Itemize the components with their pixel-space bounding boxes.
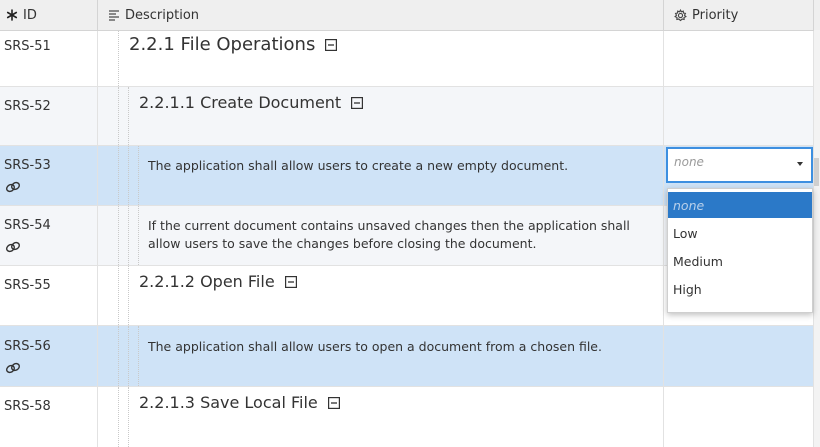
indent-guide [118, 87, 119, 145]
section-heading: 2.2.1 File Operations [129, 34, 338, 55]
priority-cell[interactable] [664, 31, 814, 86]
gear-icon [674, 8, 687, 22]
priority-option-high[interactable]: High [668, 276, 812, 302]
section-heading: 2.2.1.3 Save Local File [139, 393, 340, 412]
scrollbar-thumb[interactable] [814, 158, 819, 186]
collapse-toggle-icon[interactable] [351, 96, 364, 109]
indent-guide [128, 146, 129, 205]
chevron-down-icon[interactable] [797, 162, 803, 166]
description-cell[interactable]: The application shall allow users to ope… [98, 326, 664, 386]
indent-guide [118, 31, 119, 86]
priority-option-low[interactable]: Low [668, 220, 812, 246]
indent-guide [128, 326, 129, 386]
requirement-id: SRS-54 [4, 218, 51, 233]
description-cell[interactable]: 2.2.1.2 Open File [98, 266, 664, 325]
priority-option-none[interactable]: none [668, 192, 812, 218]
section-heading: 2.2.1.1 Create Document [139, 93, 364, 112]
table-row[interactable]: SRS-56 The application shall allow users… [0, 326, 814, 387]
priority-select-value: none [674, 155, 704, 169]
indent-guide [128, 87, 129, 145]
indent-guide [138, 206, 139, 265]
requirement-id: SRS-53 [4, 158, 51, 173]
indent-guide [128, 266, 129, 325]
link-icon[interactable] [5, 178, 21, 197]
id-cell: SRS-52 [0, 87, 98, 145]
link-icon[interactable] [5, 238, 21, 257]
description-cell[interactable]: 2.2.1.1 Create Document [98, 87, 664, 145]
indent-guide [138, 326, 139, 386]
column-header-priority[interactable]: Priority [664, 0, 814, 30]
description-cell[interactable]: If the current document contains unsaved… [98, 206, 664, 265]
indent-guide [118, 387, 119, 447]
column-header-id[interactable]: ID [0, 0, 98, 30]
requirement-id: SRS-51 [4, 39, 51, 54]
indent-guide [138, 146, 139, 205]
table-row[interactable]: SRS-51 2.2.1 File Operations [0, 31, 814, 87]
column-header-id-label: ID [23, 7, 37, 23]
requirement-text: If the current document contains unsaved… [148, 217, 648, 253]
indent-guide [128, 206, 129, 265]
id-cell: SRS-56 [0, 326, 98, 386]
column-header-description[interactable]: Description [98, 0, 664, 30]
vertical-scrollbar[interactable] [814, 30, 820, 447]
indent-guide [118, 146, 119, 205]
text-lines-icon [108, 9, 120, 21]
requirement-text: The application shall allow users to cre… [148, 158, 569, 173]
section-heading: 2.2.1.2 Open File [139, 272, 297, 291]
requirement-text-line: If the current document contains unsaved… [148, 218, 630, 233]
priority-dropdown-menu: none Low Medium High [667, 188, 813, 313]
section-heading-text: 2.2.1.2 Open File [139, 272, 275, 291]
id-cell: SRS-58 [0, 387, 98, 447]
section-heading-text: 2.2.1 File Operations [129, 34, 316, 55]
indent-guide [118, 326, 119, 386]
description-cell[interactable]: The application shall allow users to cre… [98, 146, 664, 205]
column-header-priority-label: Priority [692, 7, 739, 23]
priority-cell[interactable] [664, 326, 814, 386]
grid-header: ID Description Priority [0, 0, 820, 31]
header-spacer [814, 0, 820, 30]
indent-guide [118, 206, 119, 265]
id-cell: SRS-53 [0, 146, 98, 205]
priority-option-medium[interactable]: Medium [668, 248, 812, 274]
description-cell[interactable]: 2.2.1 File Operations [98, 31, 664, 86]
requirements-grid: ID Description Priority SRS-51 2.2.1 Fil… [0, 0, 820, 447]
collapse-toggle-icon[interactable] [325, 38, 338, 51]
requirement-id: SRS-58 [4, 399, 51, 414]
id-cell: SRS-54 [0, 206, 98, 265]
requirement-id: SRS-55 [4, 278, 51, 293]
indent-guide [118, 266, 119, 325]
column-header-description-label: Description [125, 7, 200, 23]
priority-select[interactable]: none [666, 147, 813, 183]
requirement-id: SRS-56 [4, 339, 51, 354]
id-cell: SRS-55 [0, 266, 98, 325]
requirement-text: The application shall allow users to ope… [148, 339, 602, 354]
collapse-toggle-icon[interactable] [327, 396, 340, 409]
asterisk-icon [6, 9, 18, 21]
table-row[interactable]: SRS-58 2.2.1.3 Save Local File [0, 387, 814, 447]
section-heading-text: 2.2.1.3 Save Local File [139, 393, 318, 412]
requirement-id: SRS-52 [4, 99, 51, 114]
section-heading-text: 2.2.1.1 Create Document [139, 93, 342, 112]
collapse-toggle-icon[interactable] [284, 275, 297, 288]
priority-cell[interactable] [664, 387, 814, 447]
table-row[interactable]: SRS-52 2.2.1.1 Create Document [0, 87, 814, 146]
link-icon[interactable] [5, 359, 21, 378]
indent-guide [128, 387, 129, 447]
requirement-text-line: allow users to save the changes before c… [148, 236, 537, 251]
description-cell[interactable]: 2.2.1.3 Save Local File [98, 387, 664, 447]
priority-cell[interactable] [664, 87, 814, 145]
id-cell: SRS-51 [0, 31, 98, 86]
